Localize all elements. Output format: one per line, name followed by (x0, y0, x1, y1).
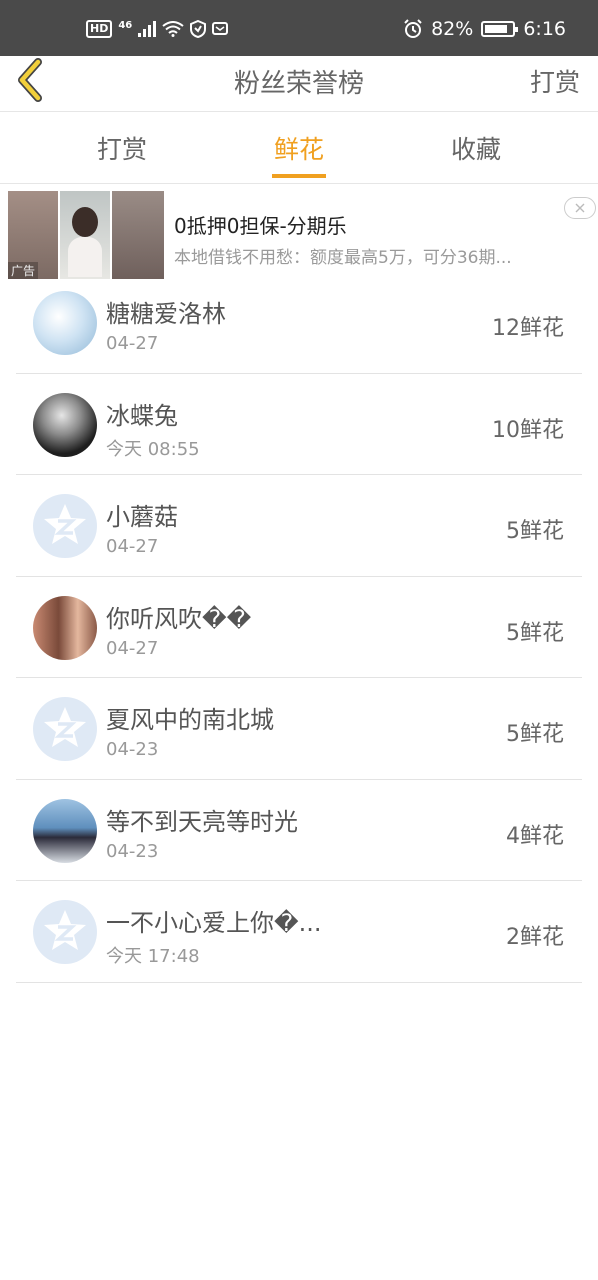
default-avatar-icon (44, 910, 86, 950)
header: 粉丝荣誉榜 打赏 (0, 56, 598, 112)
close-ad-button[interactable] (564, 197, 596, 219)
avatar-default[interactable] (33, 697, 97, 761)
status-right: 82% 6:16 (403, 18, 566, 40)
shield-icon (190, 20, 207, 38)
battery-percent: 82% (431, 18, 474, 40)
fan-list: 糖糖爱洛林 04-27 12鲜花 冰蝶兔 今天 08:55 10鲜花 小蘑菇 0… (16, 272, 582, 983)
timestamp: 04-27 (106, 333, 159, 354)
avatar[interactable] (33, 392, 97, 457)
reward-button[interactable]: 打赏 (530, 63, 580, 99)
list-item[interactable]: 小蘑菇 04-27 5鲜花 (16, 475, 582, 577)
user-name: 冰蝶兔 (106, 401, 178, 430)
user-name: 你听风吹�� (106, 604, 252, 633)
status-time: 6:16 (523, 18, 566, 40)
avatar[interactable] (33, 291, 97, 355)
timestamp: 今天 08:55 (106, 438, 200, 460)
ad-image-panel: 广告 (8, 191, 58, 279)
timestamp: 今天 17:48 (106, 946, 200, 967)
timestamp: 04-27 (106, 536, 159, 557)
message-icon (212, 22, 229, 35)
ad-image[interactable]: 广告 (8, 191, 164, 279)
list-item[interactable]: 一不小心爱上你�... 今天 17:48 2鲜花 (16, 881, 582, 983)
ad-title[interactable]: 0抵押0担保-分期乐 (174, 210, 347, 239)
flower-count: 5鲜花 (506, 722, 564, 747)
list-item[interactable]: 你听风吹�� 04-27 5鲜花 (16, 577, 582, 678)
avatar[interactable] (33, 595, 97, 660)
timestamp: 04-23 (106, 739, 159, 760)
timestamp: 04-23 (106, 840, 159, 862)
flower-count: 4鲜花 (506, 823, 564, 849)
list-item[interactable]: 等不到天亮等时光 04-23 4鲜花 (16, 780, 582, 881)
list-item[interactable]: 冰蝶兔 今天 08:55 10鲜花 (16, 374, 582, 475)
default-avatar-icon (44, 707, 86, 747)
flower-count: 5鲜花 (506, 519, 564, 544)
avatar-default[interactable] (33, 494, 97, 558)
user-name: 等不到天亮等时光 (106, 807, 298, 836)
flower-count: 12鲜花 (492, 316, 564, 341)
ad-image-panel (60, 191, 110, 279)
ad-person-body (68, 237, 102, 277)
network-label: 46 (118, 19, 133, 31)
close-icon (575, 203, 585, 213)
user-name: 糖糖爱洛林 (106, 300, 226, 328)
ad-person-hair (72, 207, 98, 237)
active-tab-indicator (272, 174, 326, 178)
tab-reward[interactable]: 打赏 (62, 130, 182, 166)
flower-count: 10鲜花 (492, 417, 564, 443)
status-bar: HD 46 82% 6:16 (0, 0, 598, 56)
flower-count: 2鲜花 (506, 925, 564, 950)
user-name: 一不小心爱上你�... (106, 909, 322, 937)
user-name: 小蘑菇 (106, 503, 178, 531)
list-item[interactable]: 夏风中的南北城 04-23 5鲜花 (16, 678, 582, 780)
hd-badge: HD (86, 20, 113, 38)
tab-favorites[interactable]: 收藏 (416, 130, 536, 166)
tab-flowers[interactable]: 鲜花 (239, 130, 359, 166)
timestamp: 04-27 (106, 637, 159, 659)
signal-icon (138, 21, 157, 37)
flower-count: 5鲜花 (506, 620, 564, 646)
avatar[interactable] (33, 798, 97, 863)
alarm-icon (404, 19, 422, 38)
status-left: HD 46 (86, 18, 230, 40)
page-title: 粉丝荣誉榜 (233, 69, 364, 99)
ad-banner[interactable]: 广告 0抵押0担保-分期乐 本地借钱不用愁：额度最高5万，可分36期... (8, 191, 598, 281)
default-avatar-icon (44, 504, 86, 544)
wifi-icon (162, 21, 184, 37)
avatar-default[interactable] (33, 900, 97, 964)
ad-image-panel (112, 191, 164, 279)
ad-description[interactable]: 本地借钱不用愁：额度最高5万，可分36期... (174, 243, 574, 268)
list-item[interactable]: 糖糖爱洛林 04-27 12鲜花 (16, 272, 582, 374)
battery-icon (481, 21, 519, 37)
user-name: 夏风中的南北城 (106, 706, 274, 734)
battery-level (485, 25, 507, 33)
